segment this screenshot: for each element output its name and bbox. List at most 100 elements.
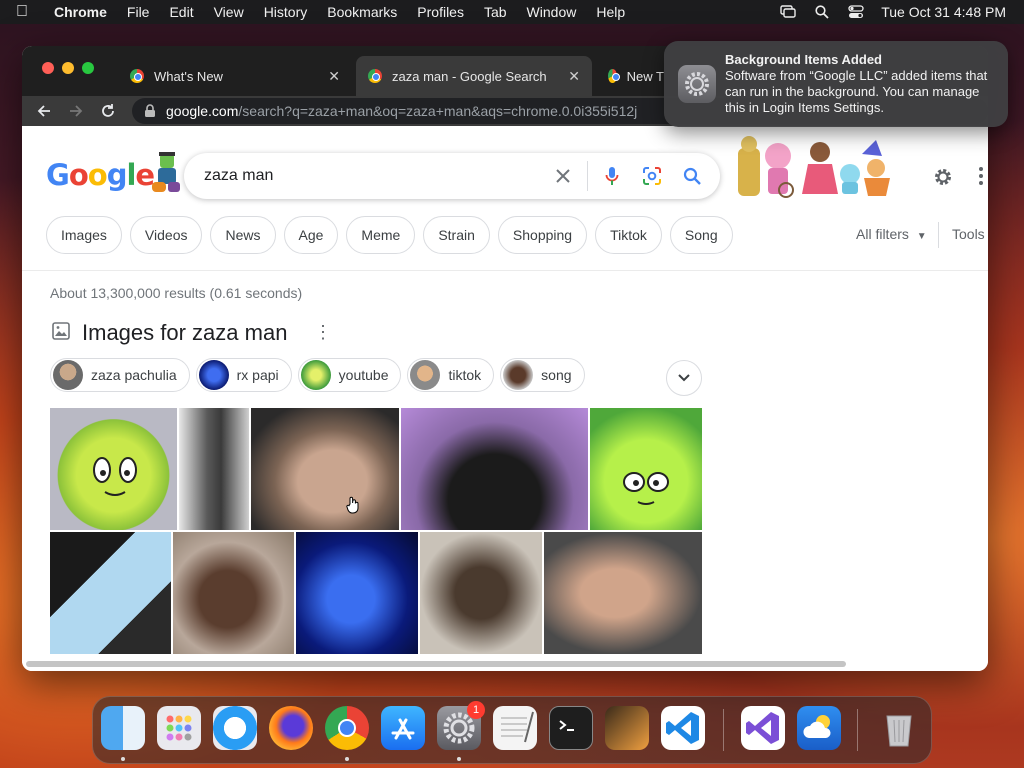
chip-shopping[interactable]: Shopping [497, 216, 588, 254]
menu-history[interactable]: History [254, 4, 318, 20]
chrome-favicon-icon [608, 69, 620, 83]
chip-age[interactable]: Age [283, 216, 339, 254]
related-chip-youtube[interactable]: youtube [297, 358, 402, 392]
expand-related-chevron-icon[interactable] [666, 360, 702, 396]
background-items-notification[interactable]: Background Items Added Software from “Go… [664, 41, 1008, 127]
tab-whats-new[interactable]: What's New ✕ [118, 56, 352, 96]
chip-news[interactable]: News [210, 216, 276, 254]
clear-search-icon[interactable] [543, 168, 583, 184]
related-chip-label: song [541, 367, 572, 383]
image-result-man-shirt[interactable] [401, 408, 588, 530]
finder-icon[interactable] [101, 706, 145, 750]
menu-bookmarks[interactable]: Bookmarks [317, 4, 407, 20]
image-result-man-smoking[interactable] [544, 532, 702, 654]
menu-app-name[interactable]: Chrome [44, 4, 117, 20]
halloween-doodle-figure-icon[interactable] [150, 152, 182, 194]
related-chip-zaza-pachulia[interactable]: zaza pachulia [50, 358, 190, 392]
chrome-favicon-icon [130, 69, 144, 83]
terminal-icon[interactable] [549, 706, 593, 750]
toolbar-divider [938, 222, 939, 248]
menu-bar-clock[interactable]: Tue Oct 31 4:48 PM [873, 4, 1024, 20]
image-result-man-pose[interactable] [173, 532, 294, 654]
search-submit-icon[interactable] [672, 167, 712, 185]
chip-song[interactable]: Song [669, 216, 733, 254]
section-more-icon[interactable]: ⋮ [314, 322, 332, 343]
forward-arrow-icon[interactable] [60, 103, 92, 119]
spotlight-search-icon[interactable] [805, 5, 839, 19]
menu-profiles[interactable]: Profiles [407, 4, 474, 20]
image-result-bw-portrait[interactable] [179, 408, 249, 530]
visual-studio-icon[interactable] [741, 706, 785, 750]
menu-view[interactable]: View [204, 4, 254, 20]
chip-meme[interactable]: Meme [346, 216, 416, 254]
weather-icon[interactable] [797, 706, 841, 750]
menu-help[interactable]: Help [586, 4, 635, 20]
dock-separator [857, 709, 858, 751]
menu-tab[interactable]: Tab [474, 4, 517, 20]
image-result-leaf-cartoon-2[interactable] [590, 408, 702, 530]
search-divider [587, 161, 588, 191]
firefox-icon[interactable] [269, 706, 313, 750]
vscode-icon[interactable] [661, 706, 705, 750]
chip-tiktok[interactable]: Tiktok [595, 216, 662, 254]
all-filters-button[interactable]: All filters ▼ [856, 226, 927, 242]
result-stats: About 13,300,000 results (0.61 seconds) [50, 285, 303, 301]
cartoon-leaf-face-icon [93, 457, 137, 496]
chip-strain[interactable]: Strain [423, 216, 490, 254]
all-filters-label: All filters [856, 226, 909, 242]
related-chip-label: youtube [338, 367, 389, 383]
lock-icon[interactable] [144, 104, 156, 118]
reload-icon[interactable] [92, 103, 124, 119]
screen-mirroring-icon[interactable] [771, 5, 805, 19]
cartoon-leaf-face-icon [623, 472, 669, 505]
tools-button[interactable]: Tools [952, 226, 985, 242]
back-arrow-icon[interactable] [28, 103, 60, 119]
close-tab-icon[interactable]: ✕ [328, 68, 340, 85]
image-result-cartoon-leaf[interactable] [50, 408, 177, 530]
related-chip-label: zaza pachulia [91, 367, 177, 383]
textedit-icon[interactable] [493, 706, 537, 750]
more-options-icon[interactable] [978, 166, 984, 191]
menu-file[interactable]: File [117, 4, 160, 20]
dock-separator [723, 709, 724, 751]
apple-menu-icon[interactable]:  [0, 3, 44, 21]
menu-edit[interactable]: Edit [159, 4, 203, 20]
url-host: google.com [166, 103, 239, 119]
launchpad-icon[interactable] [157, 706, 201, 750]
tab-title: What's New [154, 68, 223, 84]
related-chip-tiktok[interactable]: tiktok [407, 358, 495, 392]
close-tab-icon[interactable]: ✕ [568, 68, 580, 85]
chip-images[interactable]: Images [46, 216, 122, 254]
horizontal-scrollbar[interactable] [26, 661, 846, 667]
search-filter-chips: Images Videos News Age Meme Strain Shopp… [46, 216, 733, 254]
image-row [50, 408, 702, 530]
tab-zaza-man[interactable]: zaza man - Google Search ✕ [356, 56, 592, 96]
fullscreen-window-button[interactable] [82, 62, 94, 74]
minimize-window-button[interactable] [62, 62, 74, 74]
google-logo[interactable]: Google [46, 158, 155, 192]
related-chip-song[interactable]: song [500, 358, 585, 392]
image-result-old-man[interactable] [251, 408, 399, 530]
close-window-button[interactable] [42, 62, 54, 74]
control-center-icon[interactable] [839, 5, 873, 19]
image-result-nasa-shirt[interactable] [420, 532, 542, 654]
halloween-doodle-characters-icon[interactable] [734, 134, 896, 204]
notification-title: Background Items Added [725, 52, 882, 67]
settings-gear-icon[interactable] [932, 166, 954, 193]
image-result-blue-dog[interactable] [296, 532, 418, 654]
safari-icon[interactable] [213, 706, 257, 750]
chrome-icon[interactable] [325, 706, 369, 750]
garageband-icon[interactable] [605, 706, 649, 750]
image-result-money-shirt[interactable] [50, 532, 171, 654]
search-box[interactable]: zaza man [184, 153, 720, 199]
chip-videos[interactable]: Videos [129, 216, 203, 254]
related-chip-rx-papi[interactable]: rx papi [195, 358, 292, 392]
search-input[interactable]: zaza man [204, 167, 543, 185]
voice-search-icon[interactable] [592, 166, 632, 186]
app-store-icon[interactable] [381, 706, 425, 750]
window-controls [42, 62, 94, 74]
lens-search-icon[interactable] [632, 166, 672, 186]
menu-window[interactable]: Window [517, 4, 587, 20]
trash-icon[interactable] [877, 706, 921, 750]
images-section-title[interactable]: Images for zaza man [82, 320, 287, 346]
